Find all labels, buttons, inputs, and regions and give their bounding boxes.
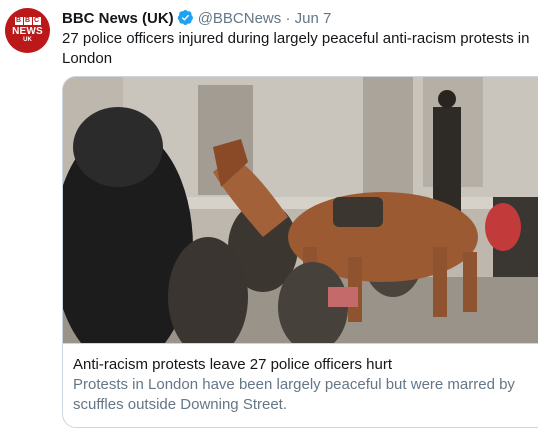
logo-letter: C [32,17,41,25]
card-divider [63,343,538,344]
bbc-logo-blocks: B B C [14,17,41,25]
logo-word: NEWS [12,26,43,37]
avatar[interactable]: B B C NEWS UK [5,8,50,53]
author-handle[interactable]: @BBCNews [198,10,282,27]
logo-letter: B [14,17,23,25]
logo-region: UK [23,37,32,43]
link-card[interactable]: Anti-racism protests leave 27 police off… [62,76,538,428]
author-name[interactable]: BBC News (UK) [62,10,174,27]
tweet-date[interactable]: Jun 7 [295,10,332,27]
dot-separator: · [281,10,294,27]
verified-badge-icon [177,9,194,31]
card-image[interactable] [63,77,538,343]
card-description[interactable]: Protests in London have been largely pea… [73,375,533,415]
card-title[interactable]: Anti-racism protests leave 27 police off… [73,355,392,375]
separator: · [285,10,291,27]
tweet-header: BBC News (UK) @BBCNews · Jun 7 [62,9,538,31]
tweet-text: 27 police officers injured during largel… [62,30,530,67]
logo-letter: B [23,17,32,25]
